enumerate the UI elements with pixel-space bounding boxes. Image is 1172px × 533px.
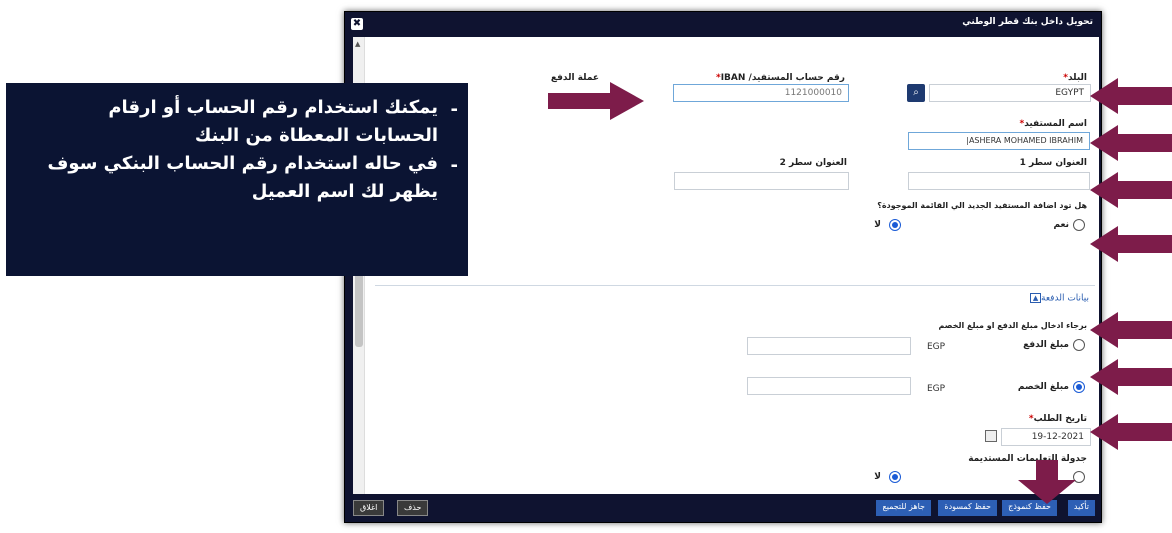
beneficiary-label: اسم المستفيد [1019,119,1087,129]
dialog-title: تحويل داخل بنك قطر الوطني [962,17,1093,27]
payment-section-title: بيانات الدفعة [1041,293,1089,304]
bank-label: البلد [1063,73,1087,83]
search-icon[interactable]: ⌕ [907,84,925,102]
bank-field[interactable]: EGYPT [929,84,1091,102]
dialog-footer: تأكيد حفظ كنموذج حفظ كمسودة جاهز للتجميع… [345,494,1101,522]
arrow-left-icon [1090,78,1172,114]
debit-amount-label: مبلغ الخصم [1017,382,1069,392]
delete-button[interactable]: حذف [397,500,429,516]
ready-to-collect-button[interactable]: جاهز للتجميع [876,500,931,516]
recurring-no-radio[interactable] [889,471,901,483]
bullet-1: - [450,99,458,120]
no-label: لا [874,220,881,230]
debit-unit: EGP [927,384,946,394]
iban-field[interactable]: 1121000010 [673,84,849,102]
debit-amount-field[interactable] [747,377,911,395]
arrow-left-icon [1090,414,1172,450]
callout-line-4: يظهر لك اسم العميل [251,181,438,202]
add-beneficiary-question: هل تود اضافة المستفيد الجديد الي القائمة… [877,201,1087,210]
arrow-left-icon [1090,226,1172,262]
callout-line-1: يمكنك استخدام رقم الحساب أو ارقام [108,97,438,118]
bullet-2: - [450,155,458,176]
arrow-left-icon [1090,359,1172,395]
calendar-icon[interactable] [985,430,997,442]
arrow-left-icon [1090,172,1172,208]
callout-line-3: في حاله استخدام رقم الحساب البنكي سوف [47,153,438,174]
request-date-label: تاريخ الطلب [1029,414,1087,424]
callout-line-2: الحسابات المعطاة من البنك [194,125,438,146]
close-icon[interactable]: ✖ [351,18,363,30]
no-radio[interactable] [889,219,901,231]
arrow-down-icon [1018,460,1076,504]
address2-field[interactable] [674,172,849,190]
payment-amount-radio[interactable] [1073,339,1085,351]
collapse-icon[interactable]: ▲ [1030,293,1042,303]
dialog-titlebar: ✖ تحويل داخل بنك قطر الوطني [345,12,1101,36]
arrow-right-icon [548,82,644,120]
close-button[interactable]: اغلاق [353,500,385,516]
address1-label: العنوان سطر 1 [1019,158,1087,168]
payment-amount-label: مبلغ الدفع [1023,340,1069,350]
request-date-field[interactable]: 19-12-2021 [1001,428,1091,446]
payment-unit: EGP [927,342,946,352]
scroll-up-icon[interactable]: ▲ [355,40,360,48]
address2-label: العنوان سطر 2 [779,158,847,168]
yes-radio[interactable] [1073,219,1085,231]
amount-instruction: برجاء ادخال مبلغ الدفع او مبلغ الخصم [938,321,1087,330]
payment-section-toggle[interactable]: بيانات الدفعة▲ [1027,293,1089,304]
debit-amount-radio[interactable] [1073,381,1085,393]
arrow-left-icon [1090,125,1172,161]
save-draft-button[interactable]: حفظ كمسودة [938,500,997,516]
arrow-left-icon [1090,312,1172,348]
iban-label: رقم حساب المستفيد/ IBAN [716,73,845,83]
recurring-no-label: لا [874,472,881,482]
section-divider [375,285,1095,286]
payment-amount-field[interactable] [747,337,911,355]
instruction-callout: - يمكنك استخدام رقم الحساب أو ارقام الحس… [6,83,468,276]
beneficiary-field[interactable]: |ASHERA MOHAMED IBRAHIM [908,132,1090,150]
address1-field[interactable] [908,172,1090,190]
yes-label: نعم [1053,220,1069,230]
